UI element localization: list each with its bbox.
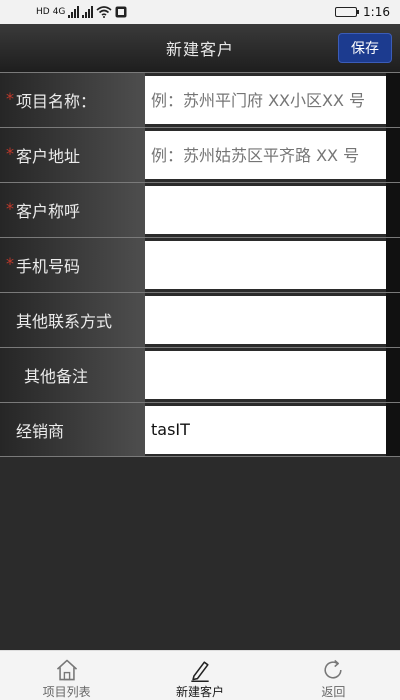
field-label: 其他备注 <box>0 348 145 402</box>
field-label: 经销商 <box>0 403 145 456</box>
refresh-icon <box>324 659 342 679</box>
field-edge <box>386 128 400 182</box>
other-contact-label: 其他联系方式 <box>16 312 113 331</box>
status-bar-left: HD 4G <box>36 6 127 18</box>
required-mark: * <box>6 89 14 108</box>
dealer-value[interactable]: tasIT <box>145 405 387 454</box>
signal-icon-2 <box>82 6 94 18</box>
field-label: * 客户称呼 <box>0 183 145 237</box>
field-container <box>145 128 400 182</box>
remarks-label: 其他备注 <box>24 367 89 386</box>
remarks-input[interactable] <box>145 351 387 399</box>
field-edge <box>386 238 400 292</box>
form-row-dealer: 经销商 tasIT <box>0 402 400 457</box>
tab-new-customer[interactable]: 新建客户 <box>133 651 266 700</box>
field-label: * 客户地址 <box>0 128 145 182</box>
other-contact-input[interactable] <box>145 296 387 344</box>
field-label: * 手机号码 <box>0 238 145 292</box>
save-button[interactable]: 保存 <box>338 33 392 63</box>
form-row-other-contact: 其他联系方式 <box>0 292 400 347</box>
field-container <box>145 293 400 347</box>
form-row-remarks: 其他备注 <box>0 347 400 402</box>
app-header: 新建客户 保存 <box>0 24 400 72</box>
field-edge <box>386 293 400 347</box>
status-bar-right: 1:16 <box>335 5 390 19</box>
field-container <box>145 238 400 292</box>
wifi-icon <box>96 6 112 18</box>
tab-label: 新建客户 <box>175 685 224 699</box>
form-row-phone: * 手机号码 <box>0 237 400 292</box>
field-container <box>145 348 400 402</box>
customer-name-input[interactable] <box>145 186 387 234</box>
field-label: 其他联系方式 <box>0 293 145 347</box>
field-edge <box>386 403 400 456</box>
field-container: tasIT <box>145 403 400 456</box>
field-label: * 项目名称： <box>0 73 145 127</box>
field-container <box>145 183 400 237</box>
project-name-input[interactable] <box>145 76 387 124</box>
field-edge <box>386 183 400 237</box>
tab-back[interactable]: 返回 <box>267 651 400 700</box>
status-bar: HD 4G 1:16 <box>0 0 400 24</box>
field-edge <box>386 73 400 127</box>
form-row-customer-name: * 客户称呼 <box>0 182 400 237</box>
signal-icon <box>68 6 80 18</box>
network-type-label: HD <box>36 7 50 17</box>
tab-project-list[interactable]: 项目列表 <box>0 651 133 700</box>
tab-label: 项目列表 <box>42 685 91 699</box>
home-icon <box>56 659 77 681</box>
phone-input[interactable] <box>145 241 387 289</box>
pencil-icon <box>191 661 209 683</box>
phone-label: 手机号码 <box>16 257 81 276</box>
form-row-customer-address: * 客户地址 <box>0 127 400 182</box>
form-row-project-name: * 项目名称： <box>0 72 400 127</box>
customer-name-label: 客户称呼 <box>16 202 81 221</box>
project-name-label: 项目名称： <box>16 92 97 111</box>
tab-label: 返回 <box>321 685 346 699</box>
required-mark: * <box>6 199 14 218</box>
battery-icon <box>335 7 360 17</box>
dealer-label: 经销商 <box>16 421 65 441</box>
field-container <box>145 73 400 127</box>
required-mark: * <box>6 254 14 273</box>
network-4g-label: 4G <box>52 7 66 17</box>
customer-address-label: 客户地址 <box>16 147 81 166</box>
customer-form: * 项目名称： * 客户地址 * 客户称呼 * 手机号码 <box>0 72 400 457</box>
bottom-tab-bar: 项目列表 新建客户 返回 <box>0 650 400 700</box>
customer-address-input[interactable] <box>145 131 387 179</box>
required-mark: * <box>6 144 14 163</box>
field-edge <box>386 348 400 402</box>
clock: 1:16 <box>363 5 390 19</box>
page-title: 新建客户 <box>165 40 234 59</box>
notification-icon <box>115 6 127 18</box>
